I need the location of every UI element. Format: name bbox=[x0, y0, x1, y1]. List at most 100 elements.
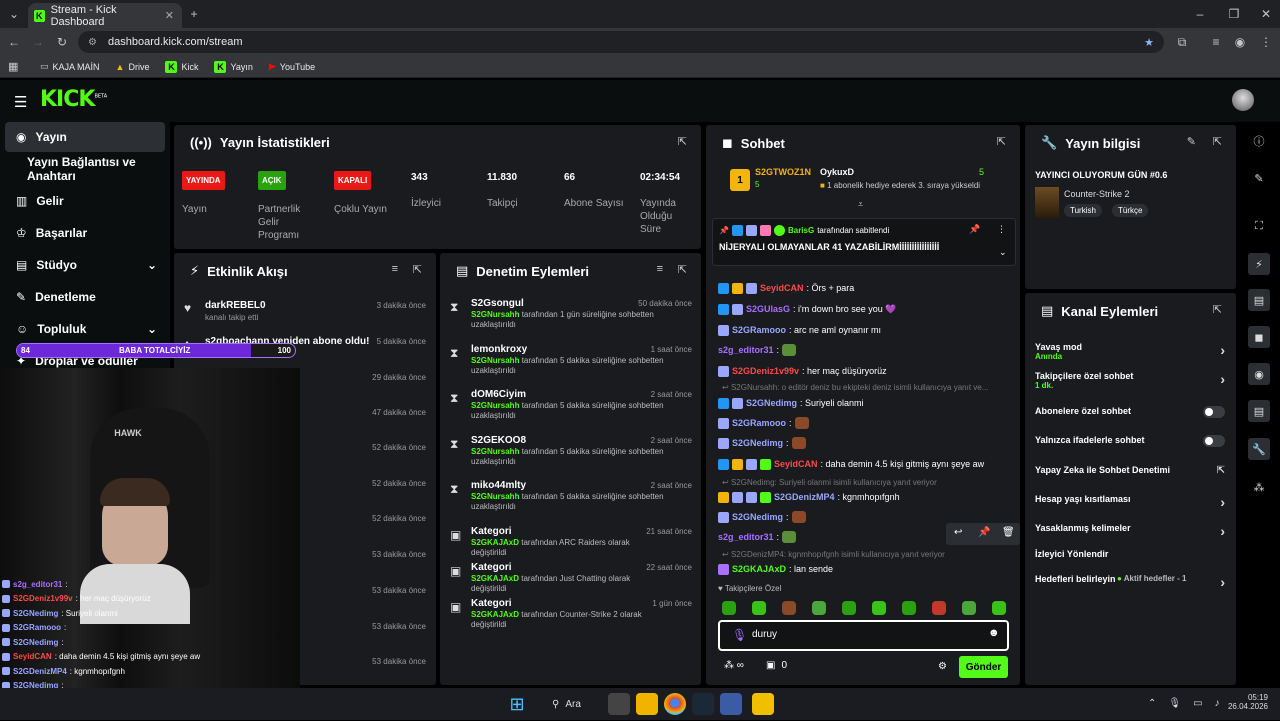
channel-action-item[interactable]: Yavaş mod Anında › bbox=[1035, 342, 1225, 366]
chat-username[interactable]: S2GDeniz1v99v bbox=[732, 366, 799, 376]
chat-username[interactable]: s2g_editor31 bbox=[718, 532, 774, 542]
send-button[interactable]: Gönder bbox=[959, 656, 1008, 678]
reply-icon[interactable]: ↩ bbox=[954, 527, 962, 538]
channel-action-item[interactable]: Yapay Zeka ile Sohbet Denetimi ⇱ bbox=[1035, 465, 1225, 489]
chevron-right-icon[interactable]: › bbox=[1220, 371, 1225, 387]
windows-start-icon[interactable]: ⊞ bbox=[506, 693, 528, 715]
toggle-switch[interactable] bbox=[1203, 435, 1225, 447]
bookmark-kick[interactable]: K Kick bbox=[165, 60, 198, 73]
emote-picker-icon[interactable] bbox=[722, 601, 736, 615]
chat-message[interactable]: SeyidCAN: Örs + para bbox=[718, 281, 1018, 295]
reload-icon[interactable]: ↻ bbox=[52, 32, 72, 52]
forward-icon[interactable]: → bbox=[28, 32, 48, 52]
clipboard-icon[interactable]: ▤ bbox=[1248, 289, 1270, 311]
chevron-right-icon[interactable]: › bbox=[1220, 342, 1225, 358]
sidebar-item-basarilar[interactable]: ♔ Başarılar bbox=[5, 218, 165, 248]
toggle-switch[interactable] bbox=[1203, 406, 1225, 418]
emote-picker-icon[interactable] bbox=[812, 601, 826, 615]
emote-picker-icon[interactable] bbox=[782, 601, 796, 615]
channel-action-item[interactable]: Yasaklanmış kelimeler › bbox=[1035, 523, 1225, 547]
browser-tab[interactable]: K Stream - Kick Dashboard ✕ bbox=[28, 3, 182, 28]
chat-message[interactable]: S2GRamooo: bbox=[718, 416, 1018, 430]
edit-pencil-icon[interactable]: ✎ bbox=[1187, 135, 1196, 148]
chevron-down-icon[interactable]: ⌄ bbox=[999, 247, 1007, 258]
task-view-icon[interactable] bbox=[608, 693, 630, 715]
apps-grid-icon[interactable]: ▦ bbox=[8, 60, 18, 73]
chat-username[interactable]: SeyidCAN bbox=[760, 283, 804, 293]
close-window-icon[interactable]: ✕ bbox=[1256, 4, 1276, 24]
wrench-icon[interactable]: 🔧 bbox=[1248, 438, 1270, 460]
bookmark-drive[interactable]: ▲ Drive bbox=[116, 62, 150, 72]
extensions-icon[interactable]: ⧉ bbox=[1172, 32, 1192, 52]
info-circle-icon[interactable]: ⓘ bbox=[1248, 130, 1270, 152]
profile-icon[interactable]: ◉ bbox=[1230, 32, 1250, 52]
address-bar[interactable]: ⚙ dashboard.kick.com/stream ★ bbox=[78, 31, 1164, 53]
collapse-arrow-icon[interactable]: ⩡ bbox=[858, 199, 863, 210]
chat-username[interactable]: S2GNedimg bbox=[732, 438, 783, 448]
steam-icon[interactable] bbox=[692, 693, 714, 715]
bookmark-kaja-main[interactable]: ▭ KAJA MAİN bbox=[40, 61, 100, 72]
external-link-icon[interactable]: ⇱ bbox=[1217, 465, 1225, 476]
channel-action-item[interactable]: İzleyici Yönlendir bbox=[1035, 549, 1225, 573]
popout-icon[interactable]: ⇱ bbox=[413, 263, 422, 276]
sidebar-item-denetleme[interactable]: ✎ Denetleme bbox=[5, 282, 165, 312]
chat-bubble-icon[interactable]: ◼ bbox=[1248, 326, 1270, 348]
emote-picker-icon[interactable] bbox=[752, 601, 766, 615]
system-tray[interactable]: ⌃ 🎙 ▭ ♪ bbox=[1148, 698, 1220, 709]
media-icon[interactable]: ≡ bbox=[1206, 32, 1226, 52]
chrome-icon[interactable] bbox=[664, 693, 686, 715]
site-info-icon[interactable]: ⚙ bbox=[88, 37, 97, 48]
chat-message[interactable]: S2GNedimg: bbox=[718, 436, 1018, 450]
chat-username[interactable]: s2g_editor31 bbox=[718, 345, 774, 355]
community-icon[interactable]: ⁂ ∞ bbox=[724, 660, 744, 671]
app-icon[interactable] bbox=[752, 693, 774, 715]
emote-picker-icon[interactable] bbox=[842, 601, 856, 615]
avatar[interactable] bbox=[1232, 89, 1254, 111]
chat-message[interactable]: S2GDenizMP4: kgnmhopıfgnh bbox=[718, 490, 1018, 504]
chat-username[interactable]: S2GNedimg bbox=[746, 398, 797, 408]
app-icon[interactable] bbox=[720, 693, 742, 715]
back-icon[interactable]: ← bbox=[4, 32, 24, 52]
chat-username[interactable]: S2GUlasG bbox=[746, 304, 790, 314]
pin-icon[interactable]: 📌 bbox=[978, 527, 990, 538]
bookmark-youtube[interactable]: ▶ YouTube bbox=[269, 61, 315, 72]
emoji-icon[interactable]: ☻ bbox=[988, 627, 1000, 639]
channel-action-item[interactable]: Hesap yaşı kısıtlaması › bbox=[1035, 494, 1225, 518]
popout-icon[interactable]: ⇱ bbox=[997, 135, 1006, 148]
kick-logo[interactable]: KICKBETA bbox=[40, 87, 107, 112]
clock[interactable]: 05:19 26.04.2026 bbox=[1220, 693, 1268, 711]
edit-pencil-icon[interactable]: ✎ bbox=[1248, 167, 1270, 189]
popout-icon[interactable]: ⇱ bbox=[1213, 135, 1222, 148]
broadcast-icon[interactable]: ◉ bbox=[1248, 363, 1270, 385]
chevron-right-icon[interactable]: › bbox=[1220, 494, 1225, 510]
chat-message[interactable]: S2GNedimg: Suriyeli olanmi bbox=[718, 396, 1018, 410]
chat-username[interactable]: S2GRamooo bbox=[732, 325, 786, 335]
sidebar-item-yayin[interactable]: ◉ Yayın bbox=[5, 122, 165, 152]
chat-username[interactable]: SeyidCAN bbox=[774, 459, 818, 469]
channel-action-item[interactable]: Takipçilere özel sohbet 1 dk. › bbox=[1035, 371, 1225, 395]
chat-message[interactable]: S2GNedimg: bbox=[718, 510, 1018, 524]
emote-picker-icon[interactable] bbox=[932, 601, 946, 615]
sidebar-item-topluluk[interactable]: ☺ Topluluk ⌄ bbox=[5, 314, 165, 344]
filter-icon[interactable]: ≡ bbox=[657, 263, 663, 275]
taskbar-search[interactable]: ⚲ Ara bbox=[542, 694, 602, 714]
hamburger-menu-icon[interactable]: ☰ bbox=[14, 93, 27, 111]
chat-message[interactable]: SeyidCAN: daha demin 4.5 kişi gitmiş ayn… bbox=[718, 457, 1018, 471]
chat-message[interactable]: s2g_editor31: bbox=[718, 343, 1018, 357]
chat-message[interactable]: S2GUlasG: i'm down bro see you 💜 bbox=[718, 302, 1018, 316]
chevron-right-icon[interactable]: › bbox=[1220, 574, 1225, 590]
filter-icon[interactable]: ≡ bbox=[392, 263, 398, 275]
bookmark-star-icon[interactable]: ★ bbox=[1144, 36, 1154, 49]
minimize-icon[interactable]: – bbox=[1190, 4, 1210, 24]
chat-message[interactable]: S2GRamooo: arc ne aml oynanır mı bbox=[718, 323, 1018, 337]
popout-icon[interactable]: ⇱ bbox=[1213, 303, 1222, 316]
channel-action-item[interactable]: Hedefleri belirleyin ● Aktif hedefler - … bbox=[1035, 574, 1225, 598]
channel-action-item[interactable]: Yalnızca ifadelerle sohbet bbox=[1035, 435, 1225, 459]
sidebar-item-stream-key[interactable]: Yayın Bağlantısı ve Anahtarı bbox=[5, 154, 165, 184]
chat-username[interactable]: S2GKAJAxD bbox=[732, 564, 786, 574]
chevron-right-icon[interactable]: › bbox=[1220, 523, 1225, 539]
emote-picker-icon[interactable] bbox=[992, 601, 1006, 615]
sidebar-item-studyo[interactable]: ▤ Stüdyo ⌄ bbox=[5, 250, 165, 280]
new-tab-icon[interactable]: + bbox=[184, 4, 204, 24]
chat-username[interactable]: S2GRamooo bbox=[732, 418, 786, 428]
